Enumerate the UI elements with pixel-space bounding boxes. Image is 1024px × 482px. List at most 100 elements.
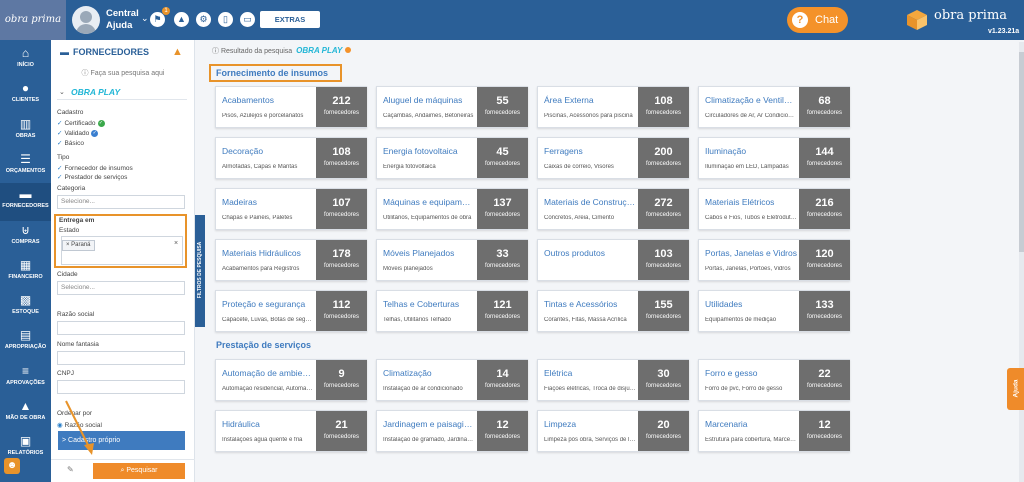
nav-item-financeiro[interactable]: ▦ FINANCEIRO xyxy=(0,254,51,292)
supplier-count-box[interactable]: 30 fornecedores xyxy=(638,360,689,400)
supplier-count-box[interactable]: 33 fornecedores xyxy=(477,240,528,280)
supplier-count-box[interactable]: 133 fornecedores xyxy=(799,291,850,331)
mobile-icon[interactable]: ▯ xyxy=(218,12,233,27)
category-name[interactable]: Forro e gesso xyxy=(705,368,797,378)
category-card[interactable]: Ferragens Caixas de correio, Visores 200 fo… xyxy=(537,137,689,179)
nav-item-obras[interactable]: ▥ OBRAS xyxy=(0,113,51,151)
category-card[interactable]: Outros produtos 103 fornecedores xyxy=(537,239,689,281)
category-card[interactable]: Climatização Instalação de ar condicionad… xyxy=(376,359,528,401)
cidade-select[interactable]: Selecione... xyxy=(57,281,185,295)
supplier-count-box[interactable]: 272 fornecedores xyxy=(638,189,689,229)
nav-item-mão-de-obra[interactable]: ▲ MÃO DE OBRA xyxy=(0,395,51,433)
category-name[interactable]: Máquinas e equipamentos xyxy=(383,197,475,207)
scrollbar[interactable] xyxy=(1019,42,1024,482)
nav-item-compras[interactable]: ⊎ COMPRAS xyxy=(0,219,51,257)
category-card[interactable]: Materiais Hidráulicos Acabamentos para Re… xyxy=(215,239,367,281)
category-name[interactable]: Materiais Hidráulicos xyxy=(222,248,314,258)
graduation-icon[interactable]: ▲ xyxy=(172,46,183,58)
category-card[interactable]: Móveis Planejados Móveis planejados 33 forn… xyxy=(376,239,528,281)
user-name[interactable]: Central Ajuda xyxy=(106,8,139,32)
category-card[interactable]: Iluminação Iluminação em LED, Lâmpadas 144… xyxy=(698,137,850,179)
category-name[interactable]: Automação de ambientes xyxy=(222,368,314,378)
category-card[interactable]: Energia fotovoltaica Energia fotovoltaica… xyxy=(376,137,528,179)
supplier-count-box[interactable]: 21 fornecedores xyxy=(316,411,367,451)
nav-item-estoque[interactable]: ▩ ESTOQUE xyxy=(0,289,51,327)
category-name[interactable]: Ferragens xyxy=(544,146,636,156)
category-name[interactable]: Elétrica xyxy=(544,368,636,378)
supplier-count-box[interactable]: 14 fornecedores xyxy=(477,360,528,400)
category-card[interactable]: Área Externa Piscinas, Acessórios para pi… xyxy=(537,86,689,128)
gear-icon[interactable]: ⚙ xyxy=(196,12,211,27)
nav-item-fornecedores[interactable]: ▬ FORNECEDORES xyxy=(0,183,51,222)
chevron-down-icon[interactable]: ⌄ xyxy=(141,13,149,24)
monitor-icon[interactable]: ▭ xyxy=(240,12,255,27)
supplier-count-box[interactable]: 155 fornecedores xyxy=(638,291,689,331)
clear-icon[interactable]: × xyxy=(174,240,178,247)
category-card[interactable]: Telhas e Coberturas Telhas, Utilitários T… xyxy=(376,290,528,332)
category-name[interactable]: Madeiras xyxy=(222,197,314,207)
category-name[interactable]: Limpeza xyxy=(544,419,636,429)
category-name[interactable]: Marcenaria xyxy=(705,419,797,429)
category-name[interactable]: Hidráulica xyxy=(222,419,314,429)
category-name[interactable]: Área Externa xyxy=(544,95,636,105)
category-card[interactable]: Climatização e Ventilação Circuladores de… xyxy=(698,86,850,128)
graduation-icon[interactable]: ▲ xyxy=(174,12,189,27)
category-name[interactable]: Climatização e Ventilação xyxy=(705,95,797,105)
category-card[interactable]: Limpeza Limpeza pós obra, Serviços de lim… xyxy=(537,410,689,452)
filter-tab[interactable]: FILTROS DE PESQUISA xyxy=(195,215,205,327)
chat-button[interactable]: ? Chat xyxy=(787,7,848,33)
cnpj-input[interactable] xyxy=(57,380,185,394)
supplier-count-box[interactable]: 144 fornecedores xyxy=(799,138,850,178)
category-card[interactable]: Marcenaria Estrutura para cobertura, Marc… xyxy=(698,410,850,452)
category-name[interactable]: Proteção e segurança xyxy=(222,299,314,309)
category-name[interactable]: Climatização xyxy=(383,368,475,378)
avatar[interactable] xyxy=(72,6,100,34)
supplier-count-box[interactable]: 137 fornecedores xyxy=(477,189,528,229)
category-name[interactable]: Telhas e Coberturas xyxy=(383,299,475,309)
supplier-count-box[interactable]: 55 fornecedores xyxy=(477,87,528,127)
supplier-count-box[interactable]: 121 fornecedores xyxy=(477,291,528,331)
category-name[interactable]: Iluminação xyxy=(705,146,797,156)
category-card[interactable]: Acabamentos Pisos, Azulejos e porcelanato… xyxy=(215,86,367,128)
supplier-count-box[interactable]: 45 fornecedores xyxy=(477,138,528,178)
supplier-count-box[interactable]: 178 fornecedores xyxy=(316,240,367,280)
category-card[interactable]: Portas, Janelas e Vidros Portas, Janelas,… xyxy=(698,239,850,281)
category-name[interactable]: Materiais Elétricos xyxy=(705,197,797,207)
category-name[interactable]: Acabamentos xyxy=(222,95,314,105)
category-card[interactable]: Tintas e Acessórios Corantes, Fitas, Mass… xyxy=(537,290,689,332)
supplier-count-box[interactable]: 103 fornecedores xyxy=(638,240,689,280)
supplier-count-box[interactable]: 120 fornecedores xyxy=(799,240,850,280)
nav-item-orçamentos[interactable]: ☰ ORÇAMENTOS xyxy=(0,148,51,186)
category-card[interactable]: Utilidades Equipamentos de medição 133 forn… xyxy=(698,290,850,332)
category-name[interactable]: Jardinagem e paisagismo xyxy=(383,419,475,429)
search-hint[interactable]: ⓘ Faça sua pesquisa aqui xyxy=(51,68,195,78)
categoria-select[interactable]: Selecione... xyxy=(57,195,185,209)
supplier-count-box[interactable]: 216 fornecedores xyxy=(799,189,850,229)
category-card[interactable]: Elétrica Fiações elétricas, Troca de disj… xyxy=(537,359,689,401)
nav-item-início[interactable]: ⌂ INÍCIO xyxy=(0,42,51,80)
supplier-count-box[interactable]: 20 fornecedores xyxy=(638,411,689,451)
category-name[interactable]: Utilidades xyxy=(705,299,797,309)
supplier-count-box[interactable]: 200 fornecedores xyxy=(638,138,689,178)
category-name[interactable]: Móveis Planejados xyxy=(383,248,475,258)
supplier-count-box[interactable]: 12 fornecedores xyxy=(799,411,850,451)
checkbox-fornecedor-insumos[interactable]: ✓ Fornecedor de insumos xyxy=(57,164,133,172)
category-card[interactable]: Decoração Almofadas, Capas e Mantas 108 for… xyxy=(215,137,367,179)
search-button[interactable]: ⌕ Pesquisar xyxy=(93,463,185,479)
category-name[interactable]: Energia fotovoltaica xyxy=(383,146,475,156)
nome-fantasia-input[interactable] xyxy=(57,351,185,365)
supplier-count-box[interactable]: 108 fornecedores xyxy=(638,87,689,127)
category-name[interactable]: Decoração xyxy=(222,146,314,156)
supplier-count-box[interactable]: 107 fornecedores xyxy=(316,189,367,229)
obra-play-toggle[interactable]: ⌄ OBRA PLAY xyxy=(57,85,187,100)
category-card[interactable]: Materiais de Construção Concretos, Areia,… xyxy=(537,188,689,230)
category-card[interactable]: Máquinas e equipamentos Utilitários, Equi… xyxy=(376,188,528,230)
scrollbar-thumb[interactable] xyxy=(1019,52,1024,252)
category-card[interactable]: Hidráulica Instalações água quente e fria… xyxy=(215,410,367,452)
supplier-count-box[interactable]: 68 fornecedores xyxy=(799,87,850,127)
app-logo[interactable]: obra prima xyxy=(0,0,66,40)
checkbox-basico[interactable]: ✓ Básico xyxy=(57,139,84,147)
supplier-count-box[interactable]: 22 fornecedores xyxy=(799,360,850,400)
category-card[interactable]: Automação de ambientes Automação residenc… xyxy=(215,359,367,401)
supplier-count-box[interactable]: 9 fornecedores xyxy=(316,360,367,400)
